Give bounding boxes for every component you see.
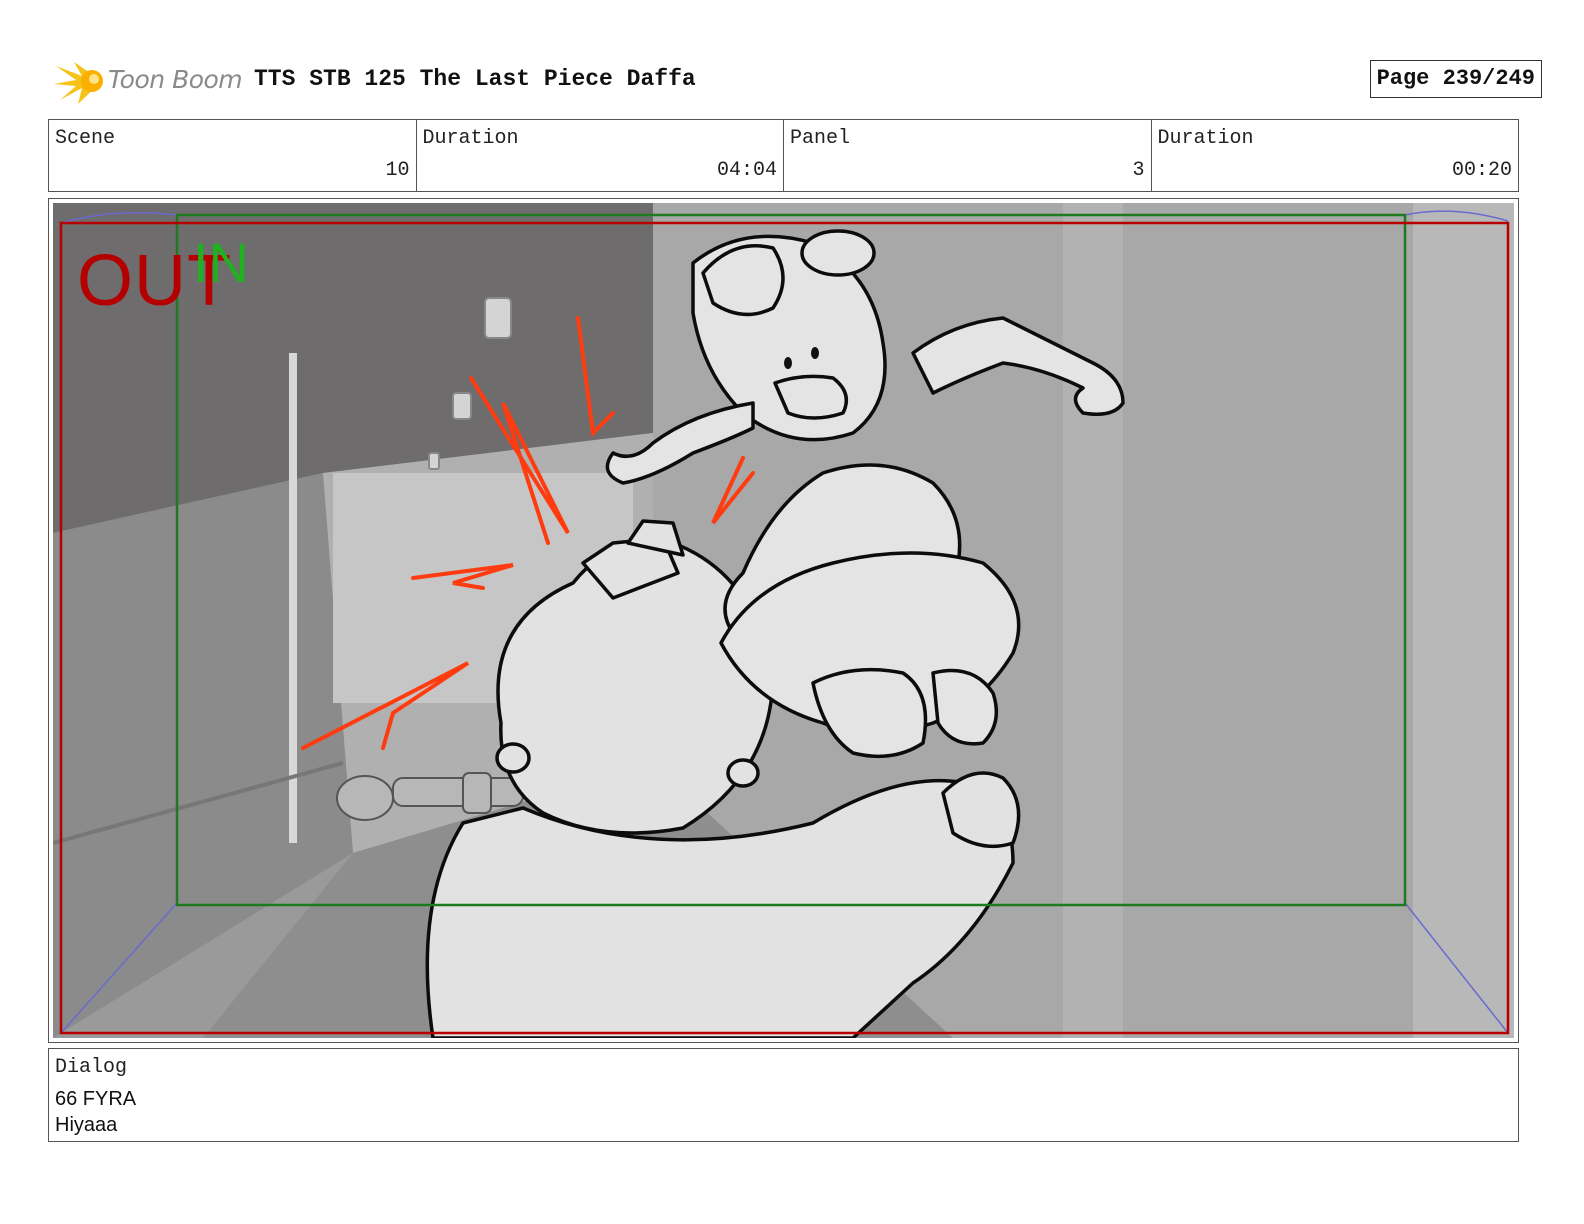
- scene-label: Scene: [55, 127, 116, 150]
- panel-value: 3: [1132, 159, 1145, 182]
- scene-duration-label: Duration: [422, 127, 519, 150]
- page-header: Toon Boom TTS STB 125 The Last Piece Daf…: [48, 56, 1542, 106]
- scene-duration-value: 04:04: [716, 159, 777, 182]
- dialog-box: Dialog 66 FYRA Hiyaaa: [48, 1048, 1519, 1142]
- panel-sketch: [53, 203, 1514, 1038]
- dialog-line: 66 FYRA: [55, 1088, 137, 1110]
- scene-info-table: Scene 10 Duration 04:04 Panel 3 Duration…: [48, 119, 1519, 192]
- panel-duration-cell: Duration 00:20: [1152, 120, 1519, 191]
- starburst-icon: [54, 62, 103, 104]
- dialog-line: Hiyaaa: [55, 1114, 118, 1136]
- document-title: TTS STB 125 The Last Piece Daffa: [254, 66, 696, 92]
- page-number: Page 239/249: [1369, 60, 1542, 98]
- scene-cell: Scene 10: [49, 120, 417, 191]
- panel-duration-value: 00:20: [1451, 159, 1512, 182]
- dialog-label: Dialog: [55, 1056, 128, 1079]
- panel-label: Panel: [790, 127, 851, 150]
- logo-text: Toon Boom: [108, 65, 243, 94]
- panel-duration-label: Duration: [1157, 127, 1254, 150]
- panel-cell: Panel 3: [784, 120, 1152, 191]
- in-frame-label: IN: [193, 231, 249, 294]
- storyboard-panel: OUT IN: [48, 198, 1519, 1043]
- scene-duration-cell: Duration 04:04: [417, 120, 784, 191]
- panel-drawing: OUT IN: [53, 203, 1514, 1038]
- toon-boom-logo: Toon Boom: [52, 56, 248, 106]
- scene-value: 10: [385, 159, 410, 182]
